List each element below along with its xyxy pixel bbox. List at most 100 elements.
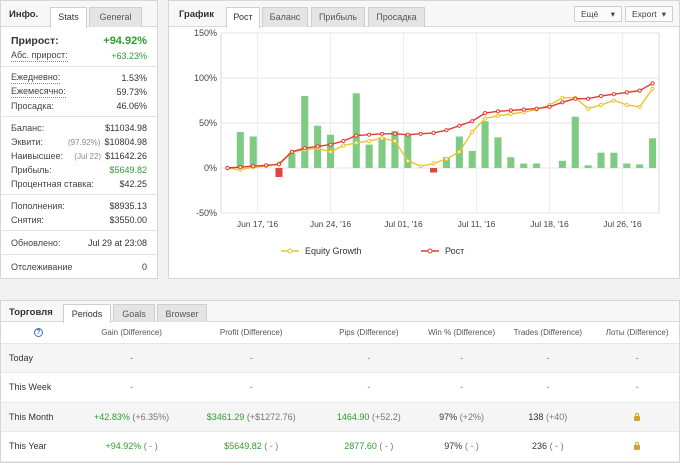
x-tick-label: Jul 18, '16 [530, 219, 569, 229]
profit-value-cell: $5649.82 ( - ) [187, 431, 315, 462]
bar-positive [520, 163, 528, 168]
tracking-row: Отслеживание 0 [11, 259, 147, 275]
series-point [367, 138, 372, 144]
chart-title: График [179, 9, 215, 20]
table-row: Today - - - - - - [1, 343, 679, 373]
legend-marker [427, 248, 433, 254]
lock-icon[interactable] [634, 442, 641, 451]
bar-positive [352, 93, 360, 168]
series-point [650, 81, 655, 86]
pips-value: - [367, 352, 371, 363]
series-point [431, 130, 436, 136]
highest-row: Наивысшее: (Jul 22) $11642.26 [11, 149, 147, 163]
interest-row: Процентная ставка: $42.25 [11, 177, 147, 191]
tab-periods[interactable]: Periods [63, 304, 111, 323]
series-point [457, 123, 462, 128]
abs-gain-label[interactable]: Абс. прирост: [11, 50, 68, 62]
monthly-label[interactable]: Ежемесячно: [11, 86, 66, 98]
more-label: Ещё [581, 9, 599, 19]
balance-label: Баланс: [11, 123, 45, 133]
period-label: Today [1, 343, 76, 373]
monthly-value: 59.73% [116, 87, 147, 97]
series-point [534, 106, 539, 111]
legend-marker [287, 248, 293, 254]
tab-profit[interactable]: Прибыль [311, 7, 365, 27]
win-value-cell: 97% ( - ) [422, 431, 501, 462]
bar-positive [481, 121, 489, 168]
pips-value-diff: (+52.2) [371, 411, 401, 422]
gain-value: +42.83% [94, 411, 130, 422]
daily-row: Ежедневно: 1.53% [11, 71, 147, 85]
info-header: Инфо. Stats General [1, 1, 157, 28]
gain-value: +94.92% [105, 441, 142, 452]
series-point [431, 161, 436, 166]
gain-value: - [130, 382, 134, 393]
withdrawals-label: Снятия: [11, 215, 44, 225]
profit-value: $3461.29 [206, 411, 245, 422]
win-value: 97% [439, 411, 458, 422]
deposits-row: Пополнения: $8935.13 [11, 199, 147, 213]
lots-cell [595, 431, 679, 462]
bar-positive [391, 131, 399, 168]
export-button[interactable]: Export ▾ [625, 6, 673, 22]
x-tick-label: Jul 26, '16 [603, 219, 642, 229]
series-point [560, 95, 565, 100]
table-row: This Week - - - - - - [1, 372, 679, 403]
withdrawals-value: $3550.00 [109, 215, 147, 225]
series-point [637, 88, 642, 93]
col-trades[interactable]: Trades (Difference) [500, 322, 596, 344]
info-panel: Инфо. Stats General Прирост: +94.92% Абс… [0, 0, 158, 279]
tab-growth[interactable]: Рост [226, 7, 260, 28]
tracking-value: 0 [141, 262, 147, 272]
lots-value: - [635, 352, 639, 363]
equity-percent: (97.92%) [67, 138, 101, 147]
series-point [354, 140, 359, 145]
y-tick-label: 100% [194, 73, 217, 83]
trades-value-cell: 236 ( - ) [500, 431, 596, 462]
period-label: This Year [1, 431, 76, 462]
col-pips[interactable]: Pips (Difference) [315, 322, 423, 344]
x-tick-label: Jun 24, '16 [310, 219, 352, 229]
growth-chart: 150% 100% 50% 0% -50% Jun 17, '16 Jun 24, '16 J… [194, 28, 660, 256]
tab-stats[interactable]: Stats [50, 7, 87, 28]
series-point [598, 102, 604, 108]
abs-gain-row: Абс. прирост: +63.23% [11, 49, 147, 63]
legend-label: Рост [445, 246, 464, 256]
bar-positive [584, 165, 592, 168]
tab-drawdown[interactable]: Просадка [368, 7, 425, 27]
tab-general[interactable]: General [89, 7, 142, 27]
bar-positive [597, 152, 605, 168]
series-point [444, 156, 449, 162]
equity-value: $10804.98 [104, 137, 147, 147]
highest-label: Наивысшее: [11, 151, 64, 161]
bar-positive [636, 164, 644, 168]
win-value-diff: (+2%) [459, 411, 484, 422]
lock-icon[interactable] [634, 412, 641, 421]
series-point [405, 158, 410, 163]
tab-balance[interactable]: Баланс [262, 7, 308, 27]
col-profit[interactable]: Profit (Difference) [187, 322, 315, 344]
trades-value-diff: ( - ) [549, 441, 564, 452]
gain-label: Прирост: [11, 35, 59, 47]
series-point [444, 128, 449, 133]
pips-value-cell: 1464.90 (+52.2) [315, 402, 423, 432]
series-point [341, 138, 346, 144]
periods-table: ? Gain (Difference) Profit (Difference) … [1, 322, 679, 462]
daily-label[interactable]: Ежедневно: [11, 72, 61, 84]
tab-browser[interactable]: Browser [157, 304, 207, 322]
series-point [508, 111, 513, 117]
table-row: This Year +94.92% ( - ) $5649.82 ( - ) 2877… [1, 431, 679, 462]
help-icon[interactable]: ? [33, 328, 43, 338]
col-win[interactable]: Win % (Difference) [422, 322, 501, 344]
tab-goals[interactable]: Goals [113, 304, 155, 322]
series-point [624, 102, 629, 108]
series-point [379, 136, 385, 141]
gain-value: +94.92% [103, 35, 147, 47]
more-button[interactable]: Ещё ▾ [574, 6, 622, 22]
col-gain[interactable]: Gain (Difference) [75, 322, 188, 344]
trades-value-cell: - [500, 343, 596, 373]
series-point [289, 149, 294, 154]
series-point [586, 96, 591, 101]
gain-row: Прирост: +94.92% [11, 33, 147, 49]
col-lots[interactable]: Лоты (Difference) [595, 322, 679, 344]
